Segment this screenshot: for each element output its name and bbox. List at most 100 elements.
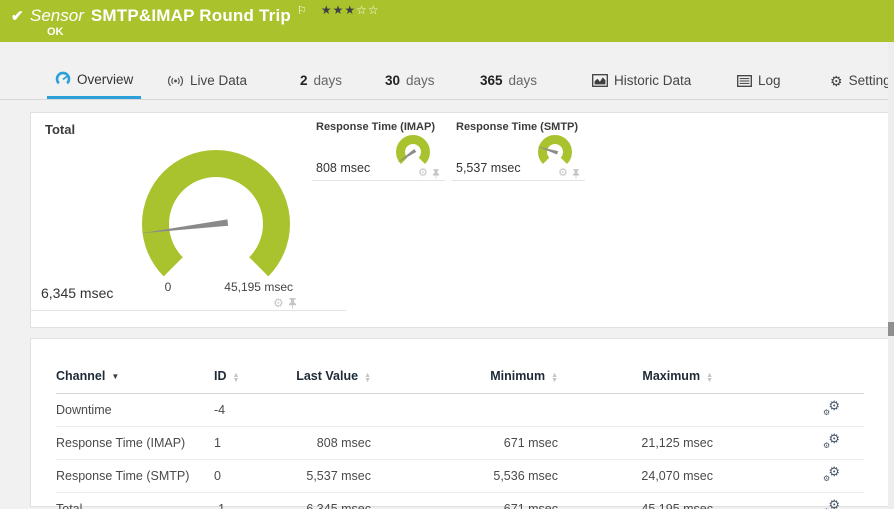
column-header-id[interactable]: ID ▲ ▼ bbox=[214, 363, 274, 394]
tab-label: Historic Data bbox=[614, 73, 692, 88]
column-header-channel[interactable]: Channel ▼ bbox=[56, 363, 214, 394]
tab-unit: days bbox=[313, 73, 343, 88]
stars-empty[interactable]: ☆☆ bbox=[356, 3, 380, 17]
sort-icon: ▲ ▼ bbox=[364, 372, 371, 384]
gauge-current-value: 6,345 msec bbox=[41, 285, 114, 301]
table-row: Total -1 6,345 msec 671 msec 45,195 msec… bbox=[56, 492, 864, 509]
tab-number: 30 bbox=[385, 73, 401, 88]
column-label: Maximum bbox=[642, 369, 701, 383]
gauge-scale-max: 45,195 msec bbox=[224, 280, 293, 294]
stars-filled[interactable]: ★★★ bbox=[321, 3, 356, 17]
sort-icon: ▲ ▼ bbox=[706, 372, 713, 384]
gauge-current-value: 5,537 msec bbox=[456, 161, 521, 175]
table-row: Downtime -4 ⚙ ⚙ bbox=[56, 393, 864, 427]
table-row: Response Time (IMAP) 1 808 msec 671 msec… bbox=[56, 426, 864, 460]
channel-settings-icon[interactable]: ⚙⚙ bbox=[823, 399, 840, 417]
area-chart-icon bbox=[592, 74, 608, 87]
channel-last-value: 5,537 msec bbox=[274, 459, 371, 493]
channel-last-value: 6,345 msec bbox=[274, 492, 371, 509]
column-header-minimum[interactable]: Minimum ▲ ▼ bbox=[371, 363, 558, 394]
channel-settings-icon[interactable]: ⚙⚙ bbox=[823, 498, 840, 509]
gauge-title: Total bbox=[45, 122, 76, 137]
log-list-icon bbox=[737, 74, 752, 87]
tab-unit: days bbox=[406, 73, 435, 88]
gauge-tile-imap: Response Time (IMAP) 808 msec ⚙ bbox=[312, 113, 445, 181]
channel-last-value: 808 msec bbox=[274, 426, 371, 460]
sensor-status-banner: ✔ Sensor SMTP&IMAP Round Trip ⚐ ★★★☆☆ OK bbox=[0, 0, 894, 42]
gear-icon: ⚙ bbox=[830, 72, 843, 89]
flag-icon[interactable]: ⚐ bbox=[297, 4, 307, 17]
tab-unit: days bbox=[508, 73, 538, 88]
priority-stars[interactable]: ★★★☆☆ bbox=[321, 3, 380, 17]
table-row: Response Time (SMTP) 0 5,537 msec 5,536 … bbox=[56, 459, 864, 493]
channel-name: Total bbox=[56, 492, 214, 509]
channel-id: -4 bbox=[214, 393, 274, 427]
pin-icon[interactable] bbox=[432, 168, 440, 179]
gauge-scale-min: 0 bbox=[164, 280, 172, 294]
sensor-title-row: Sensor SMTP&IMAP Round Trip ⚐ ★★★☆☆ bbox=[30, 3, 380, 26]
channel-name: Downtime bbox=[56, 393, 214, 427]
channel-maximum: 24,070 msec bbox=[558, 459, 713, 493]
tab-bar: Overview Live Data 2 days 30 days 365 da… bbox=[0, 62, 894, 100]
channel-settings-icon[interactable]: ⚙⚙ bbox=[823, 432, 840, 450]
gauge-tile-smtp: Response Time (SMTP) 5,537 msec ⚙ bbox=[452, 113, 585, 181]
channel-gear-icon[interactable]: ⚙ bbox=[273, 297, 284, 309]
scrollbar-thumb[interactable] bbox=[888, 322, 894, 336]
channel-gear-icon[interactable]: ⚙ bbox=[558, 168, 568, 179]
channels-table-panel: Channel ▼ ID ▲ ▼ Last Value ▲ ▼ Minimum ▲ ▼ Max… bbox=[30, 338, 890, 509]
channel-minimum: 671 msec bbox=[371, 426, 558, 460]
tab-2-days[interactable]: 2 days bbox=[300, 62, 342, 99]
sensor-kind-label: Sensor bbox=[30, 6, 84, 25]
column-header-maximum[interactable]: Maximum ▲ ▼ bbox=[558, 363, 713, 394]
tab-number: 2 bbox=[300, 73, 308, 88]
channel-minimum: 5,536 msec bbox=[371, 459, 558, 493]
channel-gear-icon[interactable]: ⚙ bbox=[418, 168, 428, 179]
channel-maximum: 45,195 msec bbox=[558, 492, 713, 509]
gauge-icon bbox=[55, 71, 71, 85]
channel-name: Response Time (IMAP) bbox=[56, 426, 214, 460]
status-badge: OK bbox=[47, 26, 64, 38]
channel-last-value bbox=[274, 393, 371, 427]
channel-name: Response Time (SMTP) bbox=[56, 459, 214, 493]
tab-number: 365 bbox=[480, 73, 503, 88]
prtg-sensor-page: ✔ Sensor SMTP&IMAP Round Trip ⚐ ★★★☆☆ OK… bbox=[0, 0, 894, 509]
channel-settings-icon[interactable]: ⚙⚙ bbox=[823, 465, 840, 483]
tab-live-data[interactable]: Live Data bbox=[167, 62, 247, 99]
channel-id: 0 bbox=[214, 459, 274, 493]
tile-controls: ⚙ bbox=[558, 168, 580, 179]
column-header-last-value[interactable]: Last Value ▲ ▼ bbox=[274, 363, 371, 394]
channel-id: 1 bbox=[214, 426, 274, 460]
table-header-row: Channel ▼ ID ▲ ▼ Last Value ▲ ▼ Minimum ▲ ▼ Max… bbox=[56, 363, 864, 394]
tab-label: Live Data bbox=[190, 73, 248, 88]
tab-log[interactable]: Log bbox=[737, 62, 781, 99]
channel-minimum bbox=[371, 393, 558, 427]
column-label: Minimum bbox=[490, 369, 546, 383]
tab-365-days[interactable]: 365 days bbox=[480, 62, 537, 99]
gauge-current-value: 808 msec bbox=[316, 161, 371, 175]
sort-desc-icon: ▼ bbox=[111, 372, 120, 381]
sort-icon: ▲ ▼ bbox=[232, 372, 240, 384]
column-label: ID bbox=[214, 369, 227, 383]
broadcast-icon bbox=[167, 75, 184, 86]
sort-icon: ▲ ▼ bbox=[551, 372, 558, 384]
column-label: Channel bbox=[56, 369, 106, 383]
overview-gauges-panel: Total 0 45,195 msec 6,345 msec ⚙ Respons… bbox=[30, 112, 890, 328]
tab-label: Overview bbox=[77, 71, 134, 87]
ok-check-icon: ✔ bbox=[11, 8, 24, 25]
tab-label: Log bbox=[758, 73, 781, 88]
channel-maximum bbox=[558, 393, 713, 427]
tile-controls: ⚙ bbox=[418, 168, 440, 179]
page-title: SMTP&IMAP Round Trip bbox=[90, 6, 291, 25]
tab-settings[interactable]: ⚙ Settings bbox=[830, 62, 894, 99]
tab-historic-data[interactable]: Historic Data bbox=[592, 62, 691, 99]
column-header-actions bbox=[713, 363, 864, 394]
tile-controls: ⚙ bbox=[273, 297, 297, 309]
channel-maximum: 21,125 msec bbox=[558, 426, 713, 460]
tab-overview[interactable]: Overview bbox=[47, 62, 142, 99]
gauge-tile-total: Total 0 45,195 msec 6,345 msec ⚙ bbox=[31, 113, 346, 311]
channels-table: Channel ▼ ID ▲ ▼ Last Value ▲ ▼ Minimum ▲ ▼ Max… bbox=[56, 363, 864, 509]
column-label: Last Value bbox=[296, 369, 359, 383]
pin-icon[interactable] bbox=[288, 297, 297, 309]
pin-icon[interactable] bbox=[572, 168, 580, 179]
tab-30-days[interactable]: 30 days bbox=[385, 62, 435, 99]
